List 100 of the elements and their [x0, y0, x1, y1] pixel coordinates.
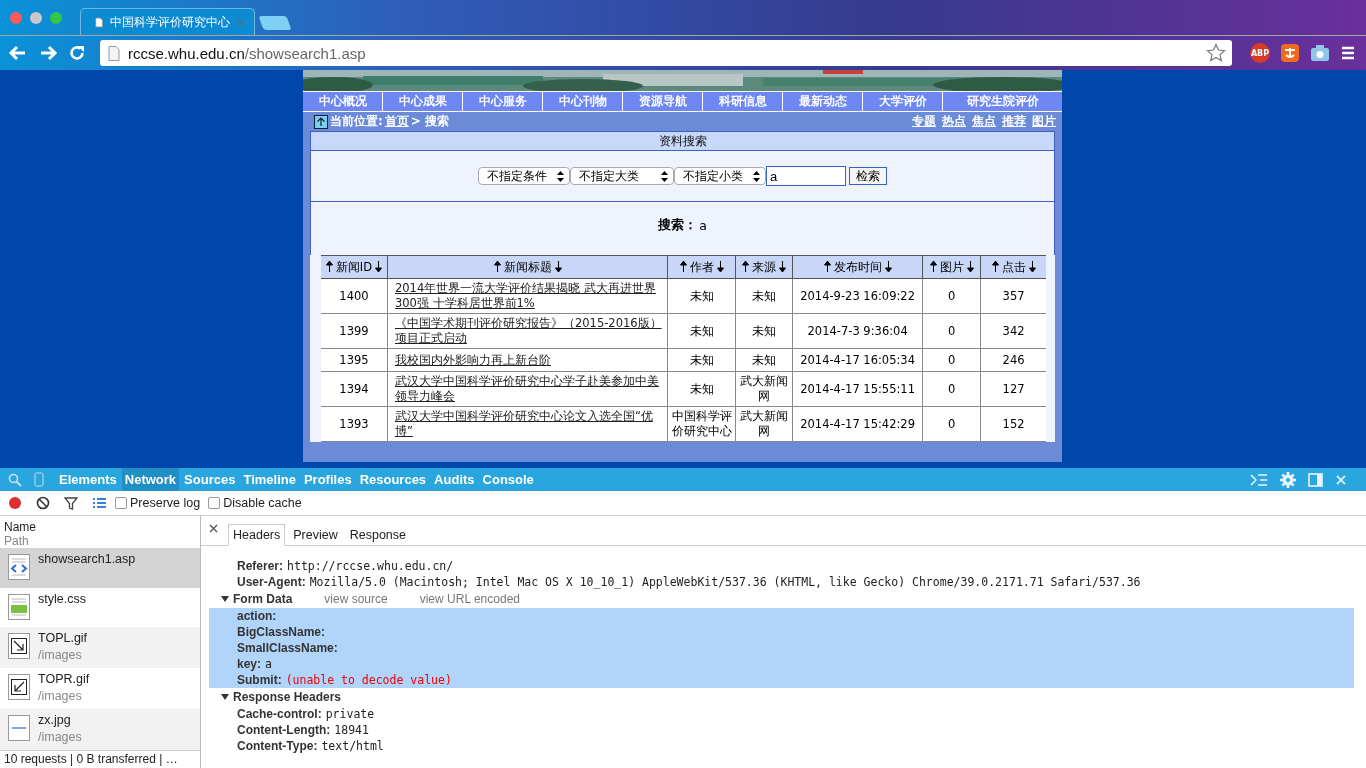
search-result-label: 搜索：: [658, 217, 698, 234]
detail-tab[interactable]: Preview: [289, 525, 342, 545]
image-file-icon: [8, 674, 30, 700]
table-cell: 未知: [667, 371, 736, 407]
sort-up-icon[interactable]: [679, 260, 687, 272]
sort-up-icon[interactable]: [929, 260, 937, 272]
checkbox-label: Disable cache: [223, 496, 302, 510]
image-file-icon: [8, 633, 30, 659]
sort-up-icon[interactable]: [823, 260, 831, 272]
expanded-triangle-icon[interactable]: [221, 693, 229, 701]
checkbox[interactable]: [208, 497, 221, 509]
forward-icon[interactable]: [38, 43, 58, 63]
bookmark-star-icon[interactable]: [1206, 43, 1226, 63]
list-view-icon[interactable]: [92, 497, 107, 509]
param-name: key:: [237, 656, 262, 672]
table-cell: 未知: [735, 313, 793, 349]
header-name: Referer:: [237, 558, 284, 574]
page-icon: [108, 45, 120, 61]
param-name: SmallClassName:: [237, 640, 338, 656]
table-cell: 未知: [667, 313, 736, 349]
category-dropdown[interactable]: 不指定条件: [478, 167, 570, 185]
sort-down-icon[interactable]: [554, 260, 562, 272]
sort-up-icon[interactable]: [742, 260, 749, 272]
record-icon[interactable]: [8, 496, 22, 510]
detail-tab[interactable]: Response: [345, 525, 410, 545]
dropdown-arrows-icon: [557, 170, 564, 182]
header-value: 18941: [334, 722, 369, 738]
sort-up-icon[interactable]: [991, 260, 999, 272]
table-cell: 0: [922, 313, 981, 349]
column-header[interactable]: 发布时间: [792, 255, 923, 279]
table-cell: 中国科学评价研究中心: [667, 406, 736, 442]
detail-tab[interactable]: Headers: [228, 524, 286, 546]
view-link[interactable]: view URL encoded: [419, 591, 520, 607]
search-field[interactable]: a: [766, 166, 846, 186]
image-file-icon: [8, 715, 30, 741]
camera-icon[interactable]: [1310, 44, 1330, 62]
param-name: action:: [237, 608, 277, 624]
request-name: zx.jpg: [38, 712, 72, 729]
header-value: Mozilla/5.0 (Macintosh; Intel Mac OS X 10_10_1) AppleWebKit/537.36 (KHTML, like Gecko) Chrome/39.0.2171.71 Safari/537.36: [309, 574, 1141, 590]
search-button[interactable]: 检索: [849, 167, 887, 185]
checkbox-label: Preserve log: [130, 496, 201, 510]
table-cell: 武大新闻网: [735, 371, 793, 407]
sort-up-icon[interactable]: [325, 260, 333, 272]
sort-down-icon[interactable]: [779, 260, 786, 272]
column-header[interactable]: 图片: [922, 255, 981, 279]
checkbox[interactable]: [115, 497, 127, 509]
request-row[interactable]: TOPL.gif /images: [0, 627, 200, 668]
new-tab-button[interactable]: [258, 16, 292, 30]
sort-down-icon[interactable]: [966, 260, 974, 272]
column-header[interactable]: Path: [4, 534, 196, 548]
table-cell: 2014-4-17 15:42:29: [792, 406, 923, 442]
dropdown-arrows-icon: [753, 170, 760, 182]
section-title[interactable]: Response Headers: [233, 689, 342, 705]
dropdown-arrows-icon: [661, 170, 668, 182]
section-title[interactable]: Form Data: [233, 591, 293, 607]
sort-down-icon[interactable]: [375, 260, 383, 272]
column-header[interactable]: Name: [4, 520, 196, 534]
table-cell: 2014-4-17 16:05:34: [792, 348, 923, 372]
request-path: /images: [38, 729, 82, 746]
table-cell: 0: [922, 406, 981, 442]
header-value: http://rccse.whu.edu.cn/: [287, 558, 454, 574]
html-file-icon: [8, 554, 30, 581]
sort-down-icon[interactable]: [1028, 260, 1036, 272]
adblock-extension-icon[interactable]: ABP: [1250, 43, 1270, 63]
address-bar[interactable]: rccse.whu.edu.cn/showsearch1.asp: [100, 40, 1232, 66]
request-path: /images: [38, 688, 83, 705]
filter-icon[interactable]: [64, 496, 78, 510]
back-icon[interactable]: [8, 43, 28, 63]
param-value: a: [265, 656, 272, 672]
request-row[interactable]: TOPR.gif /images: [0, 668, 200, 709]
css-file-icon: [8, 593, 30, 620]
menu-icon[interactable]: [1340, 45, 1356, 61]
request-path: /images: [38, 647, 83, 664]
up-arrow-icon[interactable]: [314, 114, 328, 129]
sort-down-icon[interactable]: [884, 260, 892, 272]
devtools-tab[interactable]: Network: [121, 468, 180, 491]
table-cell: 2014-9-23 16:09:22: [792, 278, 923, 314]
request-name: TOPR.gif: [38, 671, 90, 688]
clear-icon[interactable]: [36, 496, 50, 510]
sort-up-icon[interactable]: [493, 260, 501, 272]
request-name: TOPL.gif: [38, 630, 88, 647]
column-header[interactable]: 来源: [735, 255, 793, 279]
param-name: BigClassName:: [237, 624, 326, 640]
request-row[interactable]: style.css: [0, 587, 200, 627]
expanded-triangle-icon[interactable]: [221, 595, 229, 603]
category-dropdown[interactable]: 不指定大类: [570, 167, 674, 185]
close-icon[interactable]: [209, 524, 218, 533]
page-icon: [95, 15, 104, 29]
column-header[interactable]: 作者: [667, 255, 736, 279]
header-name: User-Agent:: [237, 574, 306, 590]
header-value: text/html: [321, 738, 384, 754]
sort-down-icon[interactable]: [716, 260, 724, 272]
request-row[interactable]: showsearch1.asp: [0, 548, 200, 588]
header-name: Cache-control:: [237, 706, 322, 722]
view-link[interactable]: view source: [324, 591, 388, 607]
reload-icon[interactable]: [68, 44, 86, 62]
column-header[interactable]: 新闻标题: [387, 255, 668, 279]
category-dropdown[interactable]: 不指定小类: [674, 167, 766, 185]
browser-tab[interactable]: 中国科学评价研究中心: [80, 8, 255, 35]
request-row[interactable]: zx.jpg /images: [0, 709, 200, 750]
